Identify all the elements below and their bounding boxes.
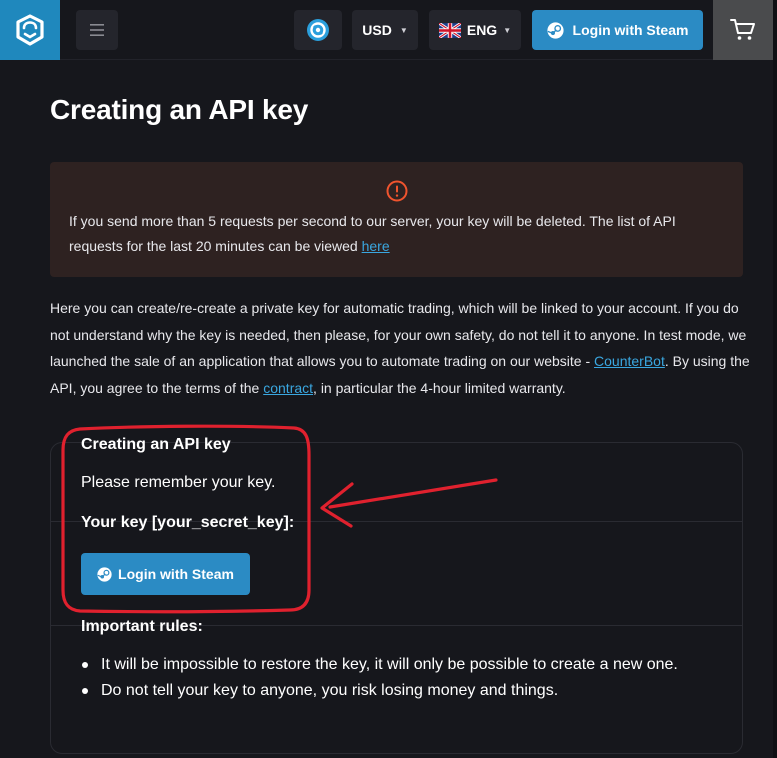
language-select[interactable]: ENG ▼: [429, 10, 521, 50]
intro-text-3: , in particular the 4-hour limited warra…: [313, 379, 566, 396]
scrollbar-track[interactable]: [773, 0, 777, 758]
page-title: Creating an API key: [50, 94, 309, 125]
hamburger-menu-icon: [90, 24, 104, 36]
menu-button[interactable]: [76, 10, 118, 50]
rules-title: Important rules:: [81, 618, 203, 635]
chevron-down-icon: ▼: [399, 25, 408, 35]
your-key-label: Your key [your_secret_key]:: [81, 514, 295, 531]
uk-flag-icon: [438, 22, 461, 38]
coin-icon: [307, 19, 329, 41]
card-login-button-label: Login with Steam: [118, 566, 234, 582]
card-login-with-steam-button[interactable]: Login with Steam: [81, 553, 250, 595]
steam-icon: [546, 21, 564, 39]
steam-icon: [97, 566, 112, 582]
login-button-label: Login with Steam: [572, 22, 689, 38]
contract-link[interactable]: contract: [263, 380, 313, 396]
cart-button[interactable]: [713, 0, 773, 60]
card-title: Creating an API key: [81, 436, 231, 453]
login-with-steam-button[interactable]: Login with Steam: [532, 10, 703, 50]
cart-icon: [730, 19, 755, 40]
counterbot-link[interactable]: CounterBot: [594, 353, 665, 369]
rules-list: It will be impossible to restore the key…: [81, 652, 701, 703]
remember-key-text: Please remember your key.: [81, 474, 276, 491]
coin-button[interactable]: [294, 10, 342, 50]
list-item: Do not tell your key to anyone, you risk…: [81, 678, 701, 704]
brand-logo[interactable]: [0, 0, 60, 60]
intro-paragraph: Here you can create/re-create a private …: [50, 295, 750, 401]
top-header: USD ▼ ENG ▼ Login with Steam: [0, 0, 777, 60]
currency-label: USD: [362, 22, 392, 38]
request-log-link[interactable]: here: [362, 238, 390, 254]
chevron-down-icon: ▼: [503, 25, 512, 35]
warning-alert: If you send more than 5 requests per sec…: [50, 162, 743, 277]
alert-text: If you send more than 5 requests per sec…: [69, 209, 729, 259]
warning-circle-icon: [386, 180, 408, 202]
language-label: ENG: [466, 22, 498, 38]
currency-select[interactable]: USD ▼: [352, 10, 418, 50]
brand-logo-icon: [16, 14, 44, 46]
list-item: It will be impossible to restore the key…: [81, 652, 701, 678]
